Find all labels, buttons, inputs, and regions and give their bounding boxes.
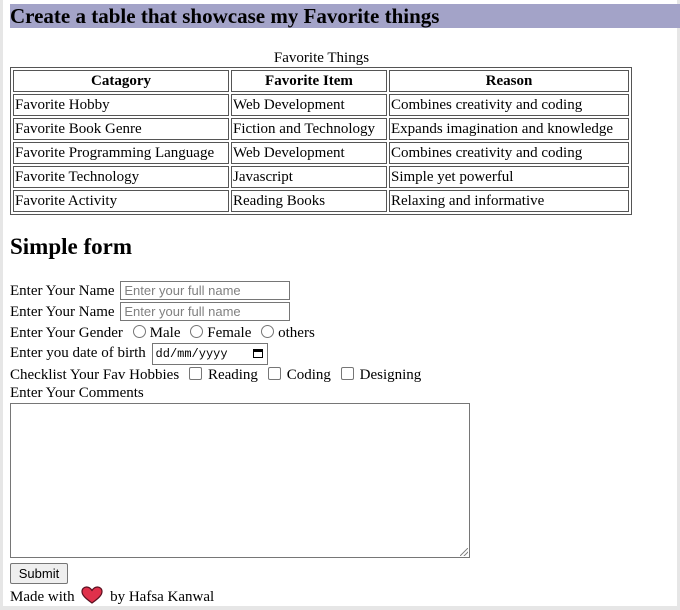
name-input-2[interactable]: Enter your full name	[120, 302, 291, 321]
table-row: Favorite Activity Reading Books Relaxing…	[13, 190, 629, 212]
table-cell: Javascript	[231, 166, 387, 188]
heart-icon	[81, 586, 103, 604]
resize-grip-icon[interactable]	[460, 548, 468, 556]
table-cell: Fiction and Technology	[231, 118, 387, 140]
page-heading: Create a table that showcase my Favorite…	[10, 4, 680, 28]
hobby-option-label: Coding	[286, 367, 331, 383]
comments-textarea[interactable]	[10, 403, 470, 558]
table-cell: Combines creativity and coding	[389, 142, 629, 164]
gender-option-label: others	[278, 325, 315, 341]
column-header-category: Catagory	[13, 70, 229, 92]
table-header-row: Catagory Favorite Item Reason	[13, 70, 629, 92]
table-row: Favorite Technology Javascript Simple ye…	[13, 166, 629, 188]
table-cell: Reading Books	[231, 190, 387, 212]
table-cell: Favorite Programming Language	[13, 142, 229, 164]
hobby-option-label: Reading	[207, 367, 258, 383]
name-label: Enter Your Name	[10, 283, 115, 299]
table-cell: Favorite Book Genre	[13, 118, 229, 140]
gender-label: Enter Your Gender	[10, 325, 123, 341]
name-label: Enter Your Name	[10, 304, 115, 320]
window-edge-left	[0, 0, 3, 610]
table-row: Favorite Programming Language Web Develo…	[13, 142, 629, 164]
dob-row: Enter you date of birth dd/mm/yyyy	[10, 343, 268, 365]
footer: Made with by Hafsa Kanwal	[10, 586, 214, 607]
calendar-icon[interactable]	[252, 349, 263, 358]
footer-author: by Hafsa Kanwal	[110, 589, 215, 605]
name-input[interactable]: Enter your full name	[120, 281, 291, 300]
gender-radio-female[interactable]	[190, 325, 204, 338]
gender-row: Enter Your Gender Male Female others	[10, 323, 315, 344]
gender-radio-male[interactable]	[132, 325, 146, 338]
table-row: Favorite Hobby Web Development Combines …	[13, 94, 629, 116]
dob-date-input[interactable]: dd/mm/yyyy	[151, 343, 268, 365]
column-header-favorite-item: Favorite Item	[231, 70, 387, 92]
name-row-1: Enter Your Name Enter your full name	[10, 281, 291, 302]
hobbies-label: Checklist Your Fav Hobbies	[10, 367, 180, 383]
dob-placeholder: dd/mm/yyyy	[155, 347, 228, 361]
table-row: Favorite Book Genre Fiction and Technolo…	[13, 118, 629, 140]
table-cell: Relaxing and informative	[389, 190, 629, 212]
table-cell: Favorite Technology	[13, 166, 229, 188]
table-cell: Expands imagination and knowledge	[389, 118, 629, 140]
gender-option-label: Male	[149, 325, 181, 341]
gender-option-label: Female	[207, 325, 252, 341]
gender-radio-others[interactable]	[261, 325, 275, 338]
hobby-checkbox-designing[interactable]	[340, 367, 354, 380]
name-input-placeholder: Enter your full name	[124, 304, 241, 319]
hobby-checkbox-coding[interactable]	[267, 367, 281, 380]
table-caption: Favorite Things	[273, 50, 370, 66]
table-cell: Web Development	[231, 94, 387, 116]
table-cell: Combines creativity and coding	[389, 94, 629, 116]
dob-label: Enter you date of birth	[10, 345, 146, 361]
name-input-placeholder: Enter your full name	[124, 283, 241, 298]
hobby-option-label: Designing	[359, 367, 422, 383]
footer-made-with: Made with	[10, 589, 75, 605]
table-cell: Simple yet powerful	[389, 166, 629, 188]
table-cell: Favorite Hobby	[13, 94, 229, 116]
comments-label: Enter Your Comments	[10, 385, 144, 401]
submit-button[interactable]: Submit	[10, 563, 68, 584]
column-header-reason: Reason	[389, 70, 629, 92]
table-cell: Favorite Activity	[13, 190, 229, 212]
form-title: Simple form	[10, 234, 133, 259]
table-cell: Web Development	[231, 142, 387, 164]
name-row-2: Enter Your Name Enter your full name	[10, 302, 291, 323]
favorites-table: Catagory Favorite Item Reason Favorite H…	[10, 67, 632, 215]
hobby-checkbox-reading[interactable]	[188, 367, 202, 380]
